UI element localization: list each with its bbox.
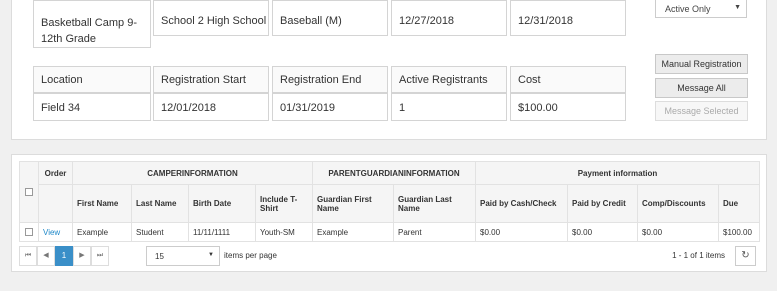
select-all-cell[interactable] <box>19 161 39 223</box>
location-header: Location <box>33 66 151 93</box>
cell-first-name: Example <box>72 222 132 242</box>
active-registrants-cell: 1 <box>391 93 507 121</box>
cost-value: $100.00 <box>518 102 558 114</box>
registration-end-header: Registration End <box>272 66 388 93</box>
school-cell: School 2 High School <box>153 0 269 36</box>
column-header-guardian-first-name[interactable]: Guardian First Name <box>312 184 394 223</box>
status-filter-value: Active Only <box>665 4 711 14</box>
sport-cell: Baseball (M) <box>272 0 388 36</box>
cost-label: Cost <box>518 74 541 86</box>
last-page-icon[interactable]: ⏭ <box>91 246 109 266</box>
next-page-icon[interactable]: ▶ <box>73 246 91 266</box>
order-column-header <box>38 184 73 223</box>
column-header-birth-date[interactable]: Birth Date <box>188 184 256 223</box>
registrants-grid-panel: Order CAMPERINFORMATION PARENTGUARDIANIN… <box>11 154 767 272</box>
column-header-paid-cash-check[interactable]: Paid by Cash/Check <box>475 184 568 223</box>
pager-summary: 1 - 1 of 1 items <box>672 251 725 260</box>
status-filter-select[interactable]: Active Only ▼ <box>655 0 747 18</box>
sport-name: Baseball (M) <box>280 15 342 27</box>
cell-comp-discounts: $0.00 <box>637 222 719 242</box>
cell-last-name: Student <box>131 222 189 242</box>
registration-end-value: 01/31/2019 <box>280 102 336 114</box>
column-header-row: First Name Last Name Birth Date Include … <box>20 184 760 223</box>
column-header-guardian-last-name[interactable]: Guardian Last Name <box>393 184 476 223</box>
caret-down-icon: ▼ <box>208 252 214 258</box>
registrants-table: Order CAMPERINFORMATION PARENTGUARDIANIN… <box>19 161 760 242</box>
location-label: Location <box>41 74 83 86</box>
event-details-panel: Basketball Camp 9-12th Grade School 2 Hi… <box>11 0 767 140</box>
registration-end-cell: 01/31/2019 <box>272 93 388 121</box>
active-registrants-header: Active Registrants <box>391 66 507 93</box>
refresh-icon[interactable]: ↻ <box>735 246 756 266</box>
location-cell: Field 34 <box>33 93 151 121</box>
event-name-cell: Basketball Camp 9-12th Grade <box>33 0 151 48</box>
cell-due: $100.00 <box>718 222 760 242</box>
column-header-first-name[interactable]: First Name <box>72 184 132 223</box>
caret-down-icon: ▼ <box>734 4 741 11</box>
page-size-value: 15 <box>155 252 164 261</box>
end-date-cell: 12/31/2018 <box>510 0 626 36</box>
table-row: View Example Student 11/11/1111 Youth-SM… <box>19 222 760 242</box>
start-date: 12/27/2018 <box>399 15 455 27</box>
group-header-row: Order CAMPERINFORMATION PARENTGUARDIANIN… <box>19 161 760 223</box>
registration-start-cell: 12/01/2018 <box>153 93 269 121</box>
start-date-cell: 12/27/2018 <box>391 0 507 36</box>
page-number-button[interactable]: 1 <box>55 246 73 266</box>
end-date: 12/31/2018 <box>518 15 574 27</box>
view-link[interactable]: View <box>38 222 73 242</box>
cell-include-tshirt: Youth-SM <box>255 222 313 242</box>
items-per-page-label: items per page <box>224 251 277 260</box>
active-registrants-label: Active Registrants <box>399 74 488 86</box>
cell-guardian-first-name: Example <box>312 222 394 242</box>
cell-guardian-last-name: Parent <box>393 222 476 242</box>
registration-end-label: Registration End <box>280 74 362 86</box>
cost-cell: $100.00 <box>510 93 626 121</box>
message-selected-button[interactable]: Message Selected <box>655 101 748 121</box>
first-page-icon[interactable]: ⏮ <box>19 246 37 266</box>
active-registrants-value: 1 <box>399 102 406 114</box>
row-checkbox[interactable] <box>25 228 33 237</box>
column-header-paid-credit[interactable]: Paid by Credit <box>567 184 638 223</box>
school-name: School 2 High School <box>161 15 267 27</box>
select-all-checkbox[interactable] <box>25 188 33 197</box>
registration-start-value: 12/01/2018 <box>161 102 217 114</box>
manual-registration-button[interactable]: Manual Registration <box>655 54 748 74</box>
column-header-last-name[interactable]: Last Name <box>131 184 189 223</box>
cell-paid-cash-check: $0.00 <box>475 222 568 242</box>
column-header-comp-discounts[interactable]: Comp/Discounts <box>637 184 719 223</box>
registration-start-header: Registration Start <box>153 66 269 93</box>
column-header-due[interactable]: Due <box>718 184 760 223</box>
event-name: Basketball Camp 9-12th Grade <box>41 17 137 45</box>
row-select-cell[interactable] <box>19 222 39 242</box>
cell-birth-date: 11/11/1111 <box>188 222 256 242</box>
cost-header: Cost <box>510 66 626 93</box>
payment-info-group-header: Payment information <box>475 161 760 185</box>
order-group-header: Order <box>38 161 73 185</box>
prev-page-icon[interactable]: ◀ <box>37 246 55 266</box>
message-all-button[interactable]: Message All <box>655 78 748 98</box>
camper-info-group-header: CAMPERINFORMATION <box>72 161 313 185</box>
location-value: Field 34 <box>41 102 81 114</box>
column-header-include-tshirt[interactable]: Include T-Shirt <box>255 184 313 223</box>
cell-paid-credit: $0.00 <box>567 222 638 242</box>
page-size-select[interactable]: 15 ▼ <box>146 246 220 266</box>
parent-info-group-header: PARENTGUARDIANINFORMATION <box>312 161 476 185</box>
registration-start-label: Registration Start <box>161 74 246 86</box>
